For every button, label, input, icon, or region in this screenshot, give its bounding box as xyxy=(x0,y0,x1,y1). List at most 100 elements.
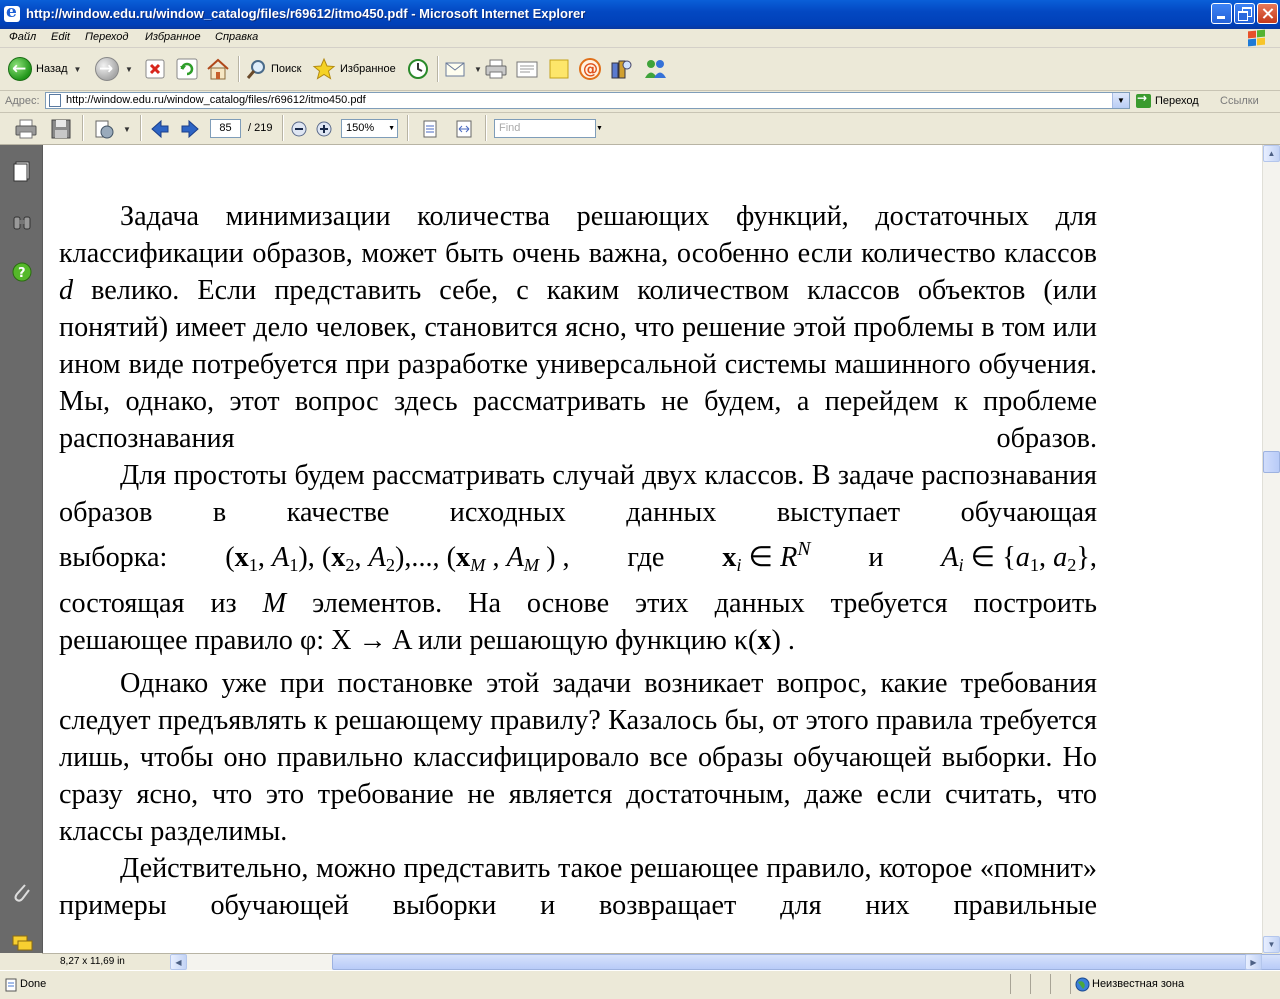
pdf-save-button[interactable] xyxy=(50,118,72,140)
pdf-toolbar: ▼ 85 / 219 150% ▼ Find ▼ xyxy=(0,113,1280,145)
favorites-button[interactable]: Избранное xyxy=(312,55,396,83)
svg-text:@: @ xyxy=(583,60,598,78)
minimize-button[interactable] xyxy=(1211,3,1232,24)
toolbar-separator xyxy=(82,115,84,141)
zoom-out-icon xyxy=(291,121,307,137)
links-button[interactable]: Ссылки xyxy=(1220,95,1259,107)
scroll-down-button[interactable]: ▼ xyxy=(1263,936,1280,953)
title-bar[interactable]: http://window.edu.ru/window_catalog/file… xyxy=(0,0,1280,29)
pdf-document-view[interactable]: Задача минимизации количества решающих ф… xyxy=(42,145,1263,953)
chevron-down-icon[interactable]: ▼ xyxy=(388,120,395,137)
fit-width-button[interactable] xyxy=(454,118,474,140)
comments-icon[interactable] xyxy=(11,932,33,954)
page-number-input[interactable]: 85 xyxy=(210,119,241,138)
toolbar-separator xyxy=(282,115,284,141)
find-input[interactable]: Find xyxy=(494,119,596,138)
back-button[interactable]: Назад ▼ xyxy=(8,55,81,83)
page-icon xyxy=(49,94,61,107)
go-button[interactable]: Переход xyxy=(1136,91,1199,108)
maximize-button[interactable] xyxy=(1234,3,1255,24)
chevron-down-icon[interactable]: ▼ xyxy=(74,65,82,74)
mail-button[interactable]: ▼ xyxy=(444,55,482,83)
menu-go[interactable]: Переход xyxy=(85,31,128,43)
vertical-scroll-thumb[interactable] xyxy=(1263,451,1280,473)
note-icon xyxy=(549,59,569,79)
status-text: Done xyxy=(20,978,47,990)
star-icon xyxy=(312,57,336,80)
scroll-left-button[interactable]: ◀ xyxy=(170,954,187,970)
paragraph-2-end: решающее правило φ: X → A или решающую ф… xyxy=(59,625,795,656)
history-button[interactable] xyxy=(406,55,430,83)
printer-icon xyxy=(485,59,507,79)
menu-edit[interactable]: Edit xyxy=(51,31,70,43)
status-bar: Done Неизвестная зона xyxy=(0,970,1280,999)
main-toolbar: Назад ▼ ▼ Поиск Избранное ▼ @ xyxy=(0,48,1280,91)
zoom-select[interactable]: 150% ▼ xyxy=(341,119,398,138)
next-page-button[interactable] xyxy=(180,118,200,140)
home-button[interactable] xyxy=(206,55,230,83)
horizontal-scrollbar[interactable]: ◀ ▶ xyxy=(170,954,1280,970)
page-size: 8,27 x 11,69 in xyxy=(60,956,125,967)
navigation-panel: ? xyxy=(0,145,42,953)
fit-page-icon xyxy=(423,120,437,138)
chevron-down-icon[interactable]: ▼ xyxy=(1112,93,1129,108)
attachment-icon[interactable] xyxy=(11,881,33,903)
chevron-down-icon[interactable]: ▼ xyxy=(125,65,133,74)
fit-width-icon xyxy=(456,120,472,138)
training-sample-formula: (x1, A1), (x2, A2),..., (xM , AM ) , xyxy=(225,542,570,576)
edit-button[interactable] xyxy=(515,55,539,83)
help-icon[interactable]: ? xyxy=(11,261,33,283)
pages-icon[interactable] xyxy=(11,160,33,182)
menu-file[interactable]: Файл xyxy=(9,31,36,43)
messenger-button[interactable]: @ xyxy=(578,55,602,83)
zoom-in-button[interactable] xyxy=(316,118,332,140)
go-arrow-icon xyxy=(1136,91,1151,108)
toolbar-separator xyxy=(437,56,439,82)
chevron-down-icon[interactable]: ▼ xyxy=(474,65,482,74)
scroll-up-button[interactable]: ▲ xyxy=(1263,145,1280,162)
floppy-disk-icon xyxy=(51,119,71,139)
binoculars-icon[interactable] xyxy=(11,211,33,233)
print-button[interactable] xyxy=(484,55,508,83)
menu-favorites[interactable]: Избранное xyxy=(145,31,201,43)
address-input[interactable]: http://window.edu.ru/window_catalog/file… xyxy=(45,92,1130,109)
pdf-print-button[interactable] xyxy=(14,118,38,140)
research-button[interactable] xyxy=(609,55,633,83)
chevron-down-icon[interactable]: ▼ xyxy=(596,125,603,132)
security-zone: Неизвестная зона xyxy=(1092,978,1185,990)
back-label: Назад xyxy=(36,63,68,75)
messenger-people-button[interactable] xyxy=(643,55,669,83)
chevron-down-icon[interactable]: ▼ xyxy=(123,125,131,134)
fit-page-button[interactable] xyxy=(420,118,440,140)
address-bar: Адрес: http://window.edu.ru/window_catal… xyxy=(0,91,1280,113)
menu-help[interactable]: Справка xyxy=(215,31,258,43)
page-done-icon xyxy=(5,978,17,992)
svg-text:?: ? xyxy=(18,266,26,281)
toolbar-separator xyxy=(140,115,142,141)
search-label: Поиск xyxy=(271,63,302,75)
pdf-tools-button[interactable]: ▼ xyxy=(93,118,131,140)
refresh-button[interactable] xyxy=(176,55,198,83)
search-button[interactable]: Поиск xyxy=(245,55,301,83)
menu-bar: Файл Edit Переход Избранное Справка xyxy=(0,29,1280,48)
hand-tool-icon xyxy=(95,120,114,139)
zoom-out-button[interactable] xyxy=(291,118,307,140)
previous-page-button[interactable] xyxy=(150,118,170,140)
address-url[interactable]: http://window.edu.ru/window_catalog/file… xyxy=(66,94,366,106)
ie-logo-icon xyxy=(4,2,20,22)
vertical-scrollbar[interactable]: ▲ ▼ xyxy=(1262,145,1280,953)
status-divider xyxy=(1030,974,1031,994)
stop-button[interactable] xyxy=(145,55,165,83)
arrow-right-icon xyxy=(181,119,199,139)
printer-icon xyxy=(15,119,37,139)
forward-button[interactable]: ▼ xyxy=(95,55,133,83)
discuss-button[interactable] xyxy=(548,55,570,83)
scroll-right-button[interactable]: ▶ xyxy=(1245,954,1262,970)
paragraph-2-cont: состоящая из M элементов. На основе этих… xyxy=(59,588,1098,619)
window-title: http://window.edu.ru/window_catalog/file… xyxy=(26,6,586,21)
status-divider xyxy=(1010,974,1011,994)
formula-line: выборка: (x1, A1), (x2, A2),..., (xM , A… xyxy=(59,531,1097,585)
close-button[interactable] xyxy=(1257,3,1278,24)
go-label: Переход xyxy=(1155,95,1199,107)
horizontal-scroll-thumb[interactable] xyxy=(332,954,1280,970)
